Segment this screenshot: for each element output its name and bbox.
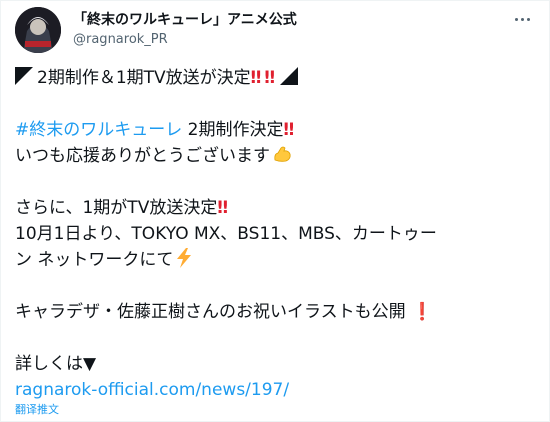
tweet-line-9: ragnarok-official.com/news/197/	[15, 377, 535, 403]
network-text: ン ネットワークにて	[15, 250, 174, 270]
tweet-line-3: いつも応援ありがとうございます	[15, 143, 535, 169]
author-handle[interactable]: @ragnarok_PR	[73, 31, 297, 49]
headline-text: 2期制作＆1期TV放送が決定	[37, 68, 251, 88]
translate-tweet-link[interactable]: 翻译推文	[15, 401, 59, 417]
double-exclamation-icon: ‼	[250, 68, 262, 88]
tweet-line-8: 詳しくは▼	[15, 351, 535, 377]
tweet-line-2: #終末のワルキューレ 2期制作決定‼	[15, 117, 535, 143]
tweet-line-1: 2期制作＆1期TV放送が決定‼ ‼	[15, 65, 535, 91]
tweet-header: 「終末のワルキューレ」アニメ公式 @ragnarok_PR	[13, 5, 537, 53]
author-display-name[interactable]: 「終末のワルキューレ」アニメ公式	[73, 11, 297, 29]
flexed-biceps-icon	[274, 146, 291, 162]
more-horizontal-icon	[514, 17, 518, 21]
author-names: 「終末のワルキューレ」アニメ公式 @ragnarok_PR	[73, 11, 297, 49]
illustration-text: キャラデザ・佐藤正樹さんのお祝いイラストも公開	[15, 302, 406, 322]
black-corner-triangle-icon	[15, 67, 33, 85]
tweet-line-4: さらに、1期がTV放送決定‼	[15, 195, 535, 221]
news-url-link[interactable]: ragnarok-official.com/news/197/	[15, 380, 289, 400]
tweet-line-5: 10月1日より、TOKYO MX、BS11、MBS、カートゥー	[15, 221, 535, 247]
account-avatar[interactable]	[15, 7, 61, 53]
tweet-text: 2期制作＆1期TV放送が決定‼ ‼ #終末のワルキューレ 2期制作決定‼ いつも応…	[15, 65, 535, 403]
exclamation-icon: ❗	[411, 302, 433, 322]
tweet-line-6: ン ネットワークにて	[15, 247, 535, 273]
double-exclamation-icon: ‼	[283, 120, 294, 140]
black-corner-triangle-icon	[280, 67, 298, 85]
broadcast-schedule-text: 10月1日より、TOKYO MX、BS11、MBS、カートゥー	[15, 224, 437, 244]
high-voltage-icon	[177, 248, 192, 268]
thanks-text: いつも応援ありがとうございます	[15, 146, 270, 166]
double-exclamation-icon: ‼	[217, 198, 228, 218]
tweet-card: 「終末のワルキューレ」アニメ公式 @ragnarok_PR 2期制作＆1期TV放…	[0, 0, 550, 422]
tweet-line-7: キャラデザ・佐藤正樹さんのお祝いイラストも公開 ❗	[15, 299, 535, 325]
details-text: 詳しくは▼	[15, 354, 97, 374]
hashtag-link[interactable]: #終末のワルキューレ	[15, 120, 182, 140]
more-options-button[interactable]	[507, 7, 537, 31]
season2-text: 2期制作決定	[182, 120, 284, 140]
tv-broadcast-text: さらに、1期がTV放送決定	[15, 198, 218, 218]
double-exclamation-icon: ‼	[264, 68, 275, 88]
